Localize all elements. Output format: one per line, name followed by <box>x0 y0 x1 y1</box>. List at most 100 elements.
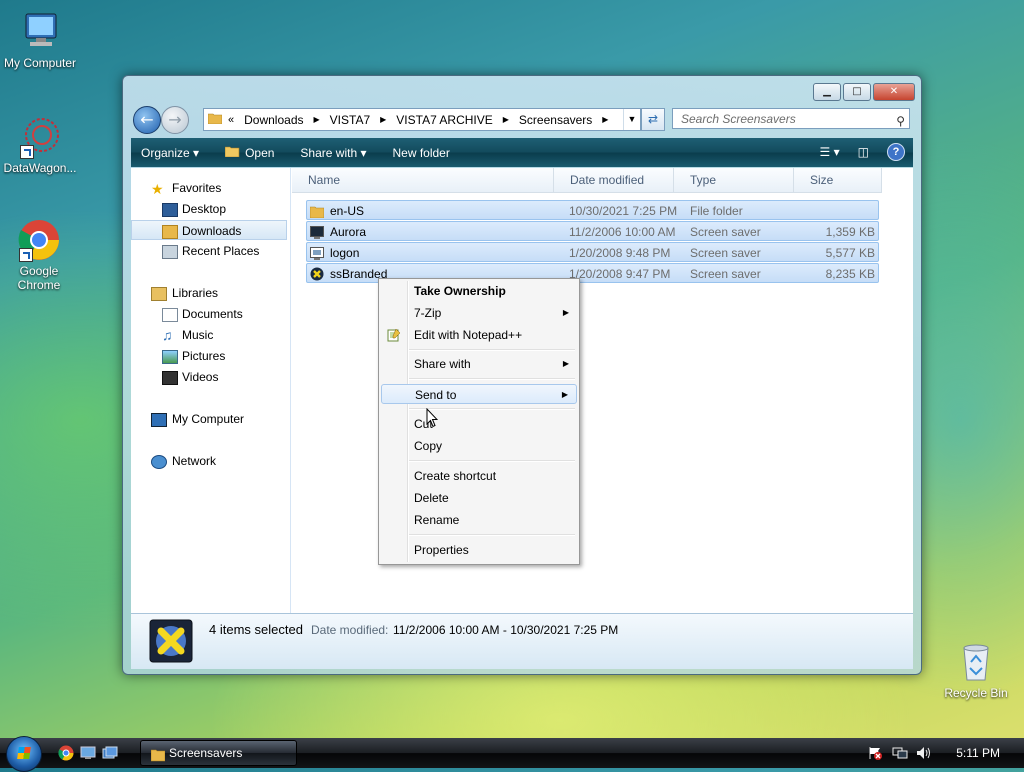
file-row[interactable]: en-US 10/30/2021 7:25 PM File folder <box>306 200 879 220</box>
nav-network-label: Network <box>172 454 217 468</box>
videos-icon <box>162 371 178 385</box>
switch-windows-icon[interactable] <box>102 745 118 761</box>
column-header-size[interactable]: Size <box>794 168 882 192</box>
menu-item-label: Take Ownership <box>414 284 506 298</box>
nav-recent-places[interactable]: Recent Places <box>131 241 287 261</box>
nav-libraries[interactable]: Libraries <box>131 283 287 303</box>
file-size: 5,577 KB <box>825 246 875 260</box>
menu-item-edit-with-notepad[interactable]: Edit with Notepad++ <box>381 325 577 345</box>
address-bar[interactable]: « Downloads ▶ VISTA7 ▶ VISTA7 ARCHIVE ▶ … <box>203 108 641 131</box>
nav-music[interactable]: ♫ Music <box>131 325 287 345</box>
file-row[interactable]: Aurora 11/2/2006 10:00 AM Screen saver 1… <box>306 221 879 241</box>
close-button[interactable]: ✕ <box>873 83 915 101</box>
nav-documents[interactable]: Documents <box>131 304 287 324</box>
libraries-icon <box>151 287 167 301</box>
breadcrumb-separator-icon[interactable]: ▶ <box>602 115 608 124</box>
search-icon[interactable]: ⚲ <box>896 111 905 131</box>
menu-item-properties[interactable]: Properties <box>381 540 577 560</box>
menu-item-label: Properties <box>414 543 469 557</box>
screensaver-icon <box>310 246 324 260</box>
submenu-arrow-icon: ▶ <box>562 308 569 317</box>
taskbar: Screensavers 5:11 PM <box>0 736 1024 772</box>
breadcrumb-vista7-archive[interactable]: VISTA7 ARCHIVE <box>396 113 492 127</box>
desktop-icon-recycle-bin[interactable]: Recycle Bin <box>936 640 1016 700</box>
views-button[interactable]: ☰ ▾ <box>820 145 840 159</box>
music-icon: ♫ <box>162 327 173 343</box>
refresh-button[interactable]: ⇄ <box>641 108 665 131</box>
desktop-icon-google-chrome[interactable]: Google Chrome <box>0 218 78 292</box>
menu-separator <box>409 534 575 536</box>
file-date: 10/30/2021 7:25 PM <box>569 204 678 218</box>
menu-separator <box>409 349 575 351</box>
help-button[interactable]: ? <box>887 143 905 161</box>
breadcrumb-separator-icon[interactable]: ▶ <box>503 115 509 124</box>
menu-item-share-with[interactable]: Share with ▶ <box>381 354 577 374</box>
breadcrumb-screensavers[interactable]: Screensavers <box>519 113 592 127</box>
breadcrumb-separator-icon[interactable]: ▶ <box>314 115 320 124</box>
menu-item-send-to[interactable]: Send to ▶ <box>381 384 577 404</box>
nav-my-computer[interactable]: My Computer <box>131 409 287 429</box>
folder-icon <box>309 204 325 219</box>
menu-item-take-ownership[interactable]: Take Ownership <box>381 281 577 301</box>
nav-favorites[interactable]: ★ Favorites <box>131 178 287 198</box>
file-date: 1/20/2008 9:47 PM <box>569 267 671 281</box>
recent-places-icon <box>162 245 178 259</box>
file-row[interactable]: logon 1/20/2008 9:48 PM Screen saver 5,5… <box>306 242 879 262</box>
menu-item-copy[interactable]: Copy <box>381 436 577 456</box>
submenu-arrow-icon: ▶ <box>561 390 568 399</box>
menu-item-label: Copy <box>414 439 443 453</box>
navigation-row: ← → « Downloads ▶ VISTA7 ▶ VISTA7 ARCHIV… <box>131 104 913 134</box>
column-header-name[interactable]: Name <box>292 168 554 192</box>
nav-music-label: Music <box>182 328 214 342</box>
share-with-button[interactable]: Share with ▾ <box>290 146 376 160</box>
menu-item-rename[interactable]: Rename <box>381 510 577 530</box>
network-tray-icon[interactable] <box>892 746 908 763</box>
show-desktop-icon[interactable] <box>80 745 96 761</box>
new-folder-button[interactable]: New folder <box>382 146 459 160</box>
branded-thumbnail-icon <box>149 619 193 663</box>
organize-button[interactable]: Organize ▾ <box>131 146 209 160</box>
desktop-icon-label: DataWagon... <box>3 161 77 175</box>
volume-icon[interactable] <box>916 746 932 763</box>
desktop-icon-datawagon[interactable]: DataWagon... <box>0 115 80 175</box>
open-button[interactable]: Open <box>215 145 284 160</box>
maximize-button[interactable]: □ <box>843 83 871 101</box>
breadcrumb-vista7[interactable]: VISTA7 <box>330 113 370 127</box>
nav-favorites-label: Favorites <box>172 181 222 195</box>
start-button[interactable] <box>6 736 42 772</box>
nav-network[interactable]: Network <box>131 451 287 471</box>
nav-videos[interactable]: Videos <box>131 367 287 387</box>
menu-item-delete[interactable]: Delete <box>381 488 577 508</box>
address-dropdown-icon[interactable]: ▼ <box>623 109 640 130</box>
search-input[interactable]: Search Screensavers ⚲ <box>672 108 910 129</box>
nav-downloads[interactable]: Downloads <box>131 220 287 240</box>
back-button[interactable]: ← <box>133 106 161 134</box>
preview-pane-icon[interactable]: ◫ <box>858 145 869 159</box>
network-icon <box>151 455 167 469</box>
column-header-date-modified[interactable]: Date modified <box>554 168 674 192</box>
desktop-icon-label: My Computer <box>3 56 77 70</box>
menu-item-create-shortcut[interactable]: Create shortcut <box>381 466 577 486</box>
open-folder-icon <box>224 145 241 160</box>
forward-button[interactable]: → <box>161 106 189 134</box>
breadcrumb-downloads[interactable]: Downloads <box>244 113 303 127</box>
clock[interactable]: 5:11 PM <box>956 738 1000 768</box>
menu-item-7zip[interactable]: 7-Zip ▶ <box>381 303 577 323</box>
details-pane: 4 items selected Date modified: 11/2/200… <box>131 613 913 669</box>
taskbar-button-screensavers[interactable]: Screensavers <box>140 740 297 766</box>
address-overflow-chevron[interactable]: « <box>228 114 234 126</box>
file-name: en-US <box>330 204 365 218</box>
nav-libraries-label: Libraries <box>172 286 219 300</box>
chrome-quicklaunch-icon[interactable] <box>58 745 74 761</box>
context-menu: Take Ownership 7-Zip ▶ Edit with Notepad… <box>378 278 580 565</box>
desktop-icon-my-computer[interactable]: My Computer <box>0 10 80 70</box>
breadcrumb-separator-icon[interactable]: ▶ <box>380 115 386 124</box>
action-center-icon[interactable] <box>868 746 882 763</box>
column-header-type[interactable]: Type <box>674 168 794 192</box>
nav-desktop[interactable]: Desktop <box>131 199 287 219</box>
nav-pictures[interactable]: Pictures <box>131 346 287 366</box>
menu-separator <box>409 460 575 462</box>
menu-item-cut[interactable]: Cut <box>381 414 577 434</box>
minimize-button[interactable]: ▁ <box>813 83 841 101</box>
command-toolbar: Organize ▾ Open Share with ▾ New folder … <box>131 138 913 167</box>
